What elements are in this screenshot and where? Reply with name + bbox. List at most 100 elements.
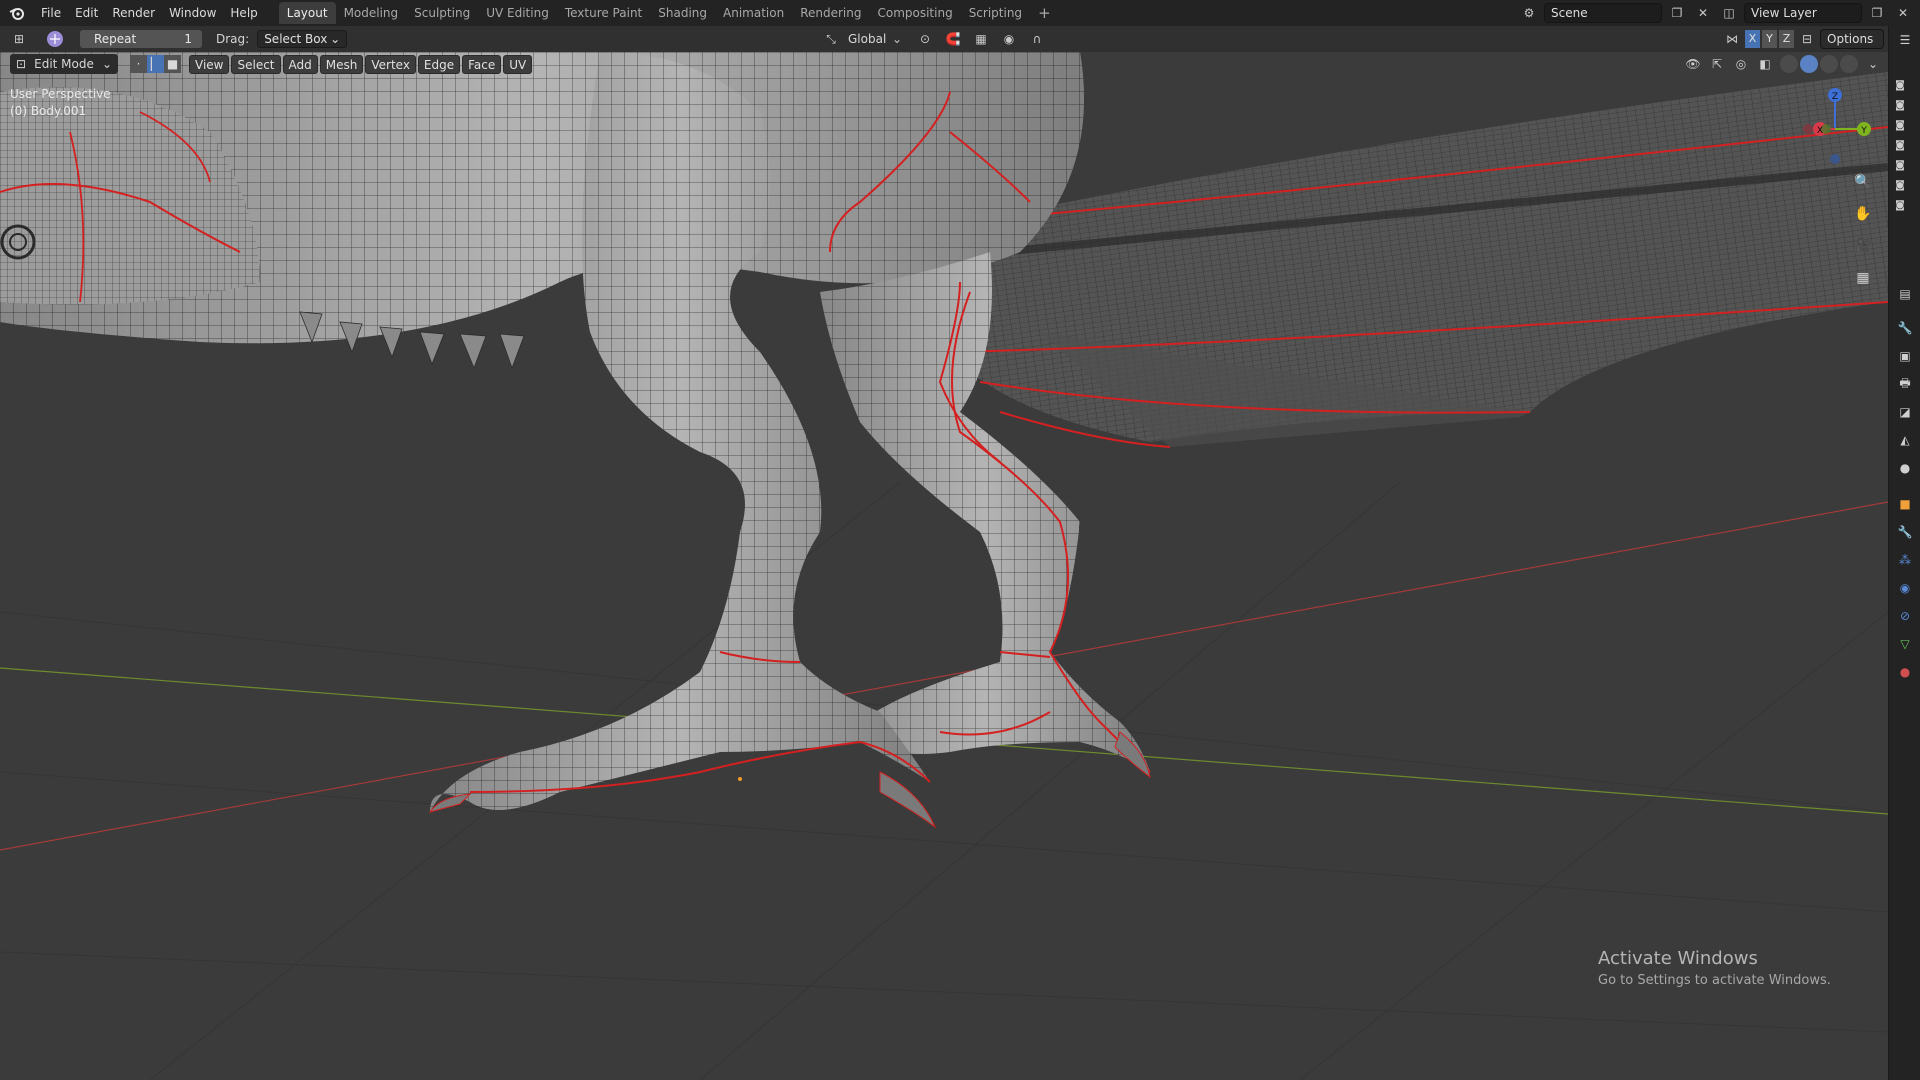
menu-mesh[interactable]: Mesh xyxy=(319,54,364,74)
menu-window[interactable]: Window xyxy=(162,0,223,26)
physics-properties-icon[interactable]: ◉ xyxy=(1895,578,1915,598)
zoom-icon[interactable]: 🔍 xyxy=(1851,170,1875,194)
orientation-icon: ⤡ xyxy=(826,31,836,46)
tab-animation[interactable]: Animation xyxy=(715,2,792,24)
auto-merge-icon[interactable]: ⊟ xyxy=(1796,29,1818,49)
modifier-properties-icon[interactable]: 🔧 xyxy=(1895,522,1915,542)
mirror-y-toggle[interactable]: Y xyxy=(1762,30,1777,48)
particles-properties-icon[interactable]: ⁂ xyxy=(1895,550,1915,570)
camera-visibility-icon[interactable]: ◙ xyxy=(1892,118,1908,132)
camera-visibility-icon[interactable]: ◙ xyxy=(1892,158,1908,172)
snap-icon[interactable]: 🧲 xyxy=(942,29,964,49)
scene-controls: ⚙ Scene ❐ ✕ ◫ View Layer ❐ ✕ xyxy=(1518,2,1920,24)
view-layer-properties-icon[interactable]: ◪ xyxy=(1895,402,1915,422)
add-workspace-button[interactable]: + xyxy=(1030,4,1059,22)
camera-visibility-icon[interactable]: ◙ xyxy=(1892,138,1908,152)
mode-select[interactable]: ⊡ Edit Mode ⌄ xyxy=(10,54,118,74)
mirror-x-toggle[interactable]: X xyxy=(1745,30,1760,48)
menu-select[interactable]: Select xyxy=(231,54,281,74)
camera-visibility-icon[interactable]: ◙ xyxy=(1892,98,1908,112)
drag-select[interactable]: Select Box ⌄ xyxy=(257,30,348,48)
solid-shading-icon[interactable] xyxy=(1800,55,1818,73)
new-scene-icon[interactable]: ❐ xyxy=(1666,3,1688,23)
output-properties-icon[interactable]: 🖶 xyxy=(1895,374,1915,394)
menu-view[interactable]: View xyxy=(189,54,230,74)
viewport-nav-tools: 🔍 ✋ 🎥 ▦ xyxy=(1851,170,1875,290)
windows-activation-watermark: Activate Windows Go to Settings to activ… xyxy=(1598,948,1831,988)
gizmo-toggle-icon[interactable]: ⇱ xyxy=(1708,55,1726,73)
tool-properties-icon[interactable]: 🔧 xyxy=(1895,318,1915,338)
snap-grid-icon[interactable]: ▦ xyxy=(970,29,992,49)
menu-file[interactable]: File xyxy=(34,0,68,26)
transform-orientation[interactable]: Global xyxy=(848,32,886,46)
tab-sculpting[interactable]: Sculpting xyxy=(406,2,478,24)
delete-view-layer-icon[interactable]: ✕ xyxy=(1892,3,1914,23)
menu-vertex[interactable]: Vertex xyxy=(365,54,416,74)
proportional-edit-icon[interactable]: ◉ xyxy=(998,29,1020,49)
camera-visibility-icon[interactable]: ◙ xyxy=(1892,198,1908,212)
menu-edit[interactable]: Edit xyxy=(68,0,105,26)
constraints-properties-icon[interactable]: ⊘ xyxy=(1895,606,1915,626)
chevron-down-icon[interactable]: ⌄ xyxy=(886,29,908,49)
vertex-select-icon[interactable]: · xyxy=(130,55,147,73)
menu-edge[interactable]: Edge xyxy=(417,54,461,74)
material-properties-icon[interactable]: ● xyxy=(1895,662,1915,682)
tab-scripting[interactable]: Scripting xyxy=(961,2,1030,24)
wing-membrane xyxy=(950,72,1888,442)
ortho-grid-icon[interactable]: ▦ xyxy=(1851,266,1875,290)
mesh-data-properties-icon[interactable]: ▽ xyxy=(1895,634,1915,654)
mirror-z-toggle[interactable]: Z xyxy=(1779,30,1794,48)
new-view-layer-icon[interactable]: ❐ xyxy=(1866,3,1888,23)
pan-hand-icon[interactable]: ✋ xyxy=(1851,202,1875,226)
drag-label: Drag: xyxy=(216,32,250,46)
view-layer-icon[interactable]: ◫ xyxy=(1718,3,1740,23)
3d-viewport[interactable] xyxy=(0,52,1888,1080)
shading-modes xyxy=(1780,55,1858,73)
mirror-options: ⋈ X Y Z ⊟ Options xyxy=(1721,29,1884,49)
scene-properties-icon[interactable]: ◭ xyxy=(1895,430,1915,450)
properties-editor-icon[interactable]: ▤ xyxy=(1895,284,1915,304)
face-select-icon[interactable]: ■ xyxy=(164,55,181,73)
object-properties-icon[interactable]: ■ xyxy=(1895,494,1915,514)
tab-shading[interactable]: Shading xyxy=(650,2,715,24)
menu-uv[interactable]: UV xyxy=(503,54,533,74)
camera-visibility-icon[interactable]: ◙ xyxy=(1892,178,1908,192)
view-layer-field[interactable]: View Layer xyxy=(1744,3,1862,23)
tool-settings-bar: ⊞ Repeat 1 Drag: Select Box ⌄ ⤡ Global ⌄… xyxy=(0,26,1890,52)
scene-icon[interactable]: ⚙ xyxy=(1518,3,1540,23)
edge-select-icon[interactable]: ▏ xyxy=(147,55,164,73)
options-dropdown[interactable]: Options xyxy=(1820,29,1884,49)
xray-icon[interactable]: ◧ xyxy=(1756,55,1774,73)
falloff-icon[interactable]: ∩ xyxy=(1026,29,1048,49)
navigation-gizmo[interactable]: Z Y X xyxy=(1790,85,1880,175)
repeat-field[interactable]: Repeat 1 xyxy=(80,30,202,48)
overlays-icon[interactable]: ◎ xyxy=(1732,55,1750,73)
chevron-down-icon[interactable]: ⌄ xyxy=(1864,55,1882,73)
scene-field[interactable]: Scene xyxy=(1544,3,1662,23)
render-properties-icon[interactable]: ▣ xyxy=(1895,346,1915,366)
outliner-icon[interactable]: ☰ xyxy=(1895,30,1915,50)
camera-icon[interactable]: 🎥 xyxy=(1851,234,1875,258)
menu-render[interactable]: Render xyxy=(105,0,162,26)
material-shading-icon[interactable] xyxy=(1820,55,1838,73)
tab-layout[interactable]: Layout xyxy=(278,2,336,24)
menu-help[interactable]: Help xyxy=(223,0,264,26)
tab-texture-paint[interactable]: Texture Paint xyxy=(557,2,650,24)
world-properties-icon[interactable]: ● xyxy=(1895,458,1915,478)
pivot-icon[interactable]: ⊙ xyxy=(914,29,936,49)
visibility-icon[interactable]: 👁 xyxy=(1684,55,1702,73)
tab-uv-editing[interactable]: UV Editing xyxy=(478,2,557,24)
wireframe-shading-icon[interactable] xyxy=(1780,55,1798,73)
tab-rendering[interactable]: Rendering xyxy=(792,2,869,24)
delete-scene-icon[interactable]: ✕ xyxy=(1692,3,1714,23)
workspace-tabs: Layout Modeling Sculpting UV Editing Tex… xyxy=(278,2,1059,24)
active-tool-icon[interactable] xyxy=(44,29,66,49)
editor-type-icon[interactable]: ⊞ xyxy=(8,29,30,49)
rendered-shading-icon[interactable] xyxy=(1840,55,1858,73)
menu-add[interactable]: Add xyxy=(282,54,318,74)
tab-modeling[interactable]: Modeling xyxy=(336,2,407,24)
camera-visibility-icon[interactable]: ◙ xyxy=(1892,78,1908,92)
menu-face[interactable]: Face xyxy=(462,54,502,74)
tab-compositing[interactable]: Compositing xyxy=(869,2,960,24)
blender-logo-icon[interactable] xyxy=(0,0,34,26)
